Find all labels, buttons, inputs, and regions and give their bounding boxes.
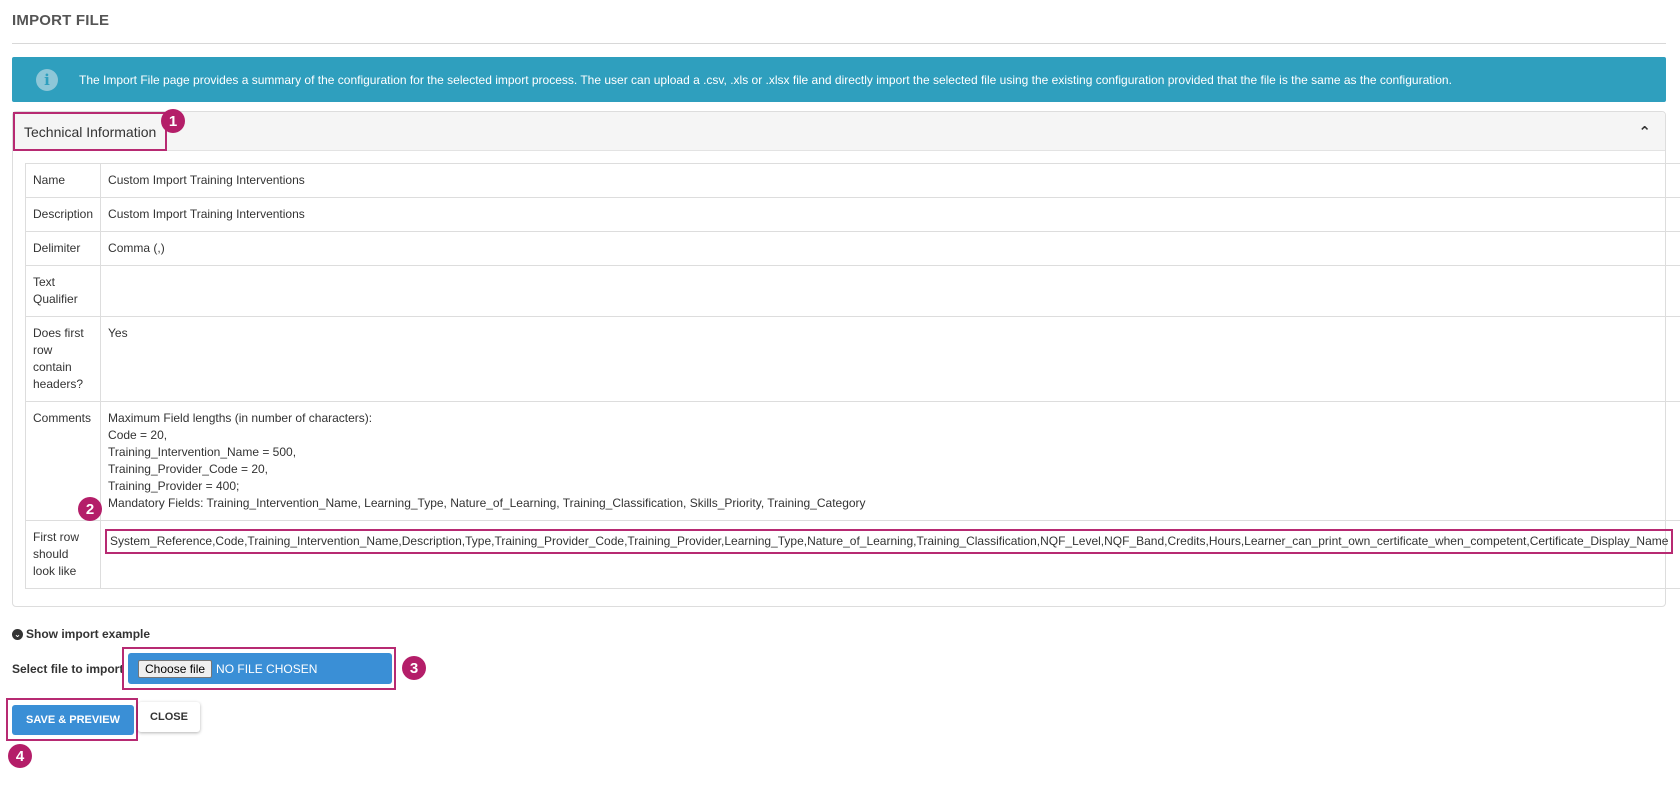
chevron-down-icon: ⌄: [12, 628, 23, 640]
panel-header[interactable]: Technical Information ⌃: [13, 112, 1665, 151]
close-button[interactable]: CLOSE: [138, 702, 200, 732]
info-text: The Import File page provides a summary …: [79, 72, 1452, 87]
comment-line: Training_Provider = 400;: [108, 479, 240, 493]
row-label-first-row-headers: Does first row contain headers?: [24, 316, 102, 402]
table-row: First row should look like System_Refere…: [24, 520, 1680, 589]
row-label-text-qualifier: Text Qualifier: [24, 265, 102, 317]
annotation-badge-1: 1: [161, 109, 185, 133]
table-row: Comments Maximum Field lengths (in numbe…: [24, 401, 1680, 521]
comment-line: Code = 20,: [108, 428, 168, 442]
chevron-up-icon[interactable]: ⌃: [1638, 123, 1651, 141]
info-banner: i The Import File page provides a summar…: [12, 57, 1666, 102]
comment-line: Training_Provider_Code = 20,: [108, 462, 269, 476]
row-value-comments: Maximum Field lengths (in number of char…: [100, 401, 1680, 521]
title-divider: [12, 43, 1666, 44]
info-icon: i: [36, 68, 58, 91]
comment-line: Mandatory Fields: Training_Intervention_…: [108, 496, 866, 510]
table-row: Name Custom Import Training Intervention…: [24, 163, 1680, 198]
save-preview-highlight: SAVE & PREVIEW: [6, 698, 138, 741]
comment-line: Maximum Field lengths (in number of char…: [108, 411, 373, 425]
row-label-description: Description: [24, 197, 102, 232]
row-value-name: Custom Import Training Interventions: [100, 163, 1680, 198]
page-title: IMPORT FILE: [12, 12, 110, 29]
row-label-delimiter: Delimiter: [24, 231, 102, 266]
first-row-example-text: System_Reference,Code,Training_Intervent…: [105, 529, 1674, 554]
comment-line: Training_Intervention_Name = 500,: [108, 445, 297, 459]
annotation-badge-2: 2: [78, 497, 102, 521]
row-value-description: Custom Import Training Interventions: [100, 197, 1680, 232]
file-status: NO FILE CHOSEN: [216, 661, 318, 676]
row-label-first-row-example: First row should look like: [24, 520, 102, 589]
technical-info-table: Name Custom Import Training Intervention…: [24, 163, 1680, 589]
file-input-highlight: Choose file NO FILE CHOSEN: [122, 647, 396, 690]
row-value-delimiter: Comma (,): [100, 231, 1680, 266]
choose-file-button[interactable]: Choose file: [138, 659, 213, 678]
select-file-label: Select file to import: [12, 662, 124, 676]
annotation-badge-3: 3: [402, 656, 426, 680]
row-value-first-row-headers: Yes: [100, 316, 1680, 402]
show-import-example-toggle[interactable]: ⌄ Show import example: [12, 627, 150, 641]
table-row: Does first row contain headers? Yes: [24, 316, 1680, 402]
row-value-first-row-example: System_Reference,Code,Training_Intervent…: [100, 520, 1680, 589]
table-row: Delimiter Comma (,): [24, 231, 1680, 266]
table-row: Description Custom Import Training Inter…: [24, 197, 1680, 232]
row-label-name: Name: [24, 163, 102, 198]
row-value-text-qualifier: [100, 265, 1680, 317]
file-input[interactable]: Choose file NO FILE CHOSEN: [128, 653, 392, 684]
annotation-badge-4: 4: [8, 744, 32, 768]
show-import-example-label: Show import example: [26, 627, 151, 641]
save-preview-button[interactable]: SAVE & PREVIEW: [12, 705, 134, 735]
panel-title: Technical Information: [13, 112, 167, 151]
table-row: Text Qualifier: [24, 265, 1680, 317]
